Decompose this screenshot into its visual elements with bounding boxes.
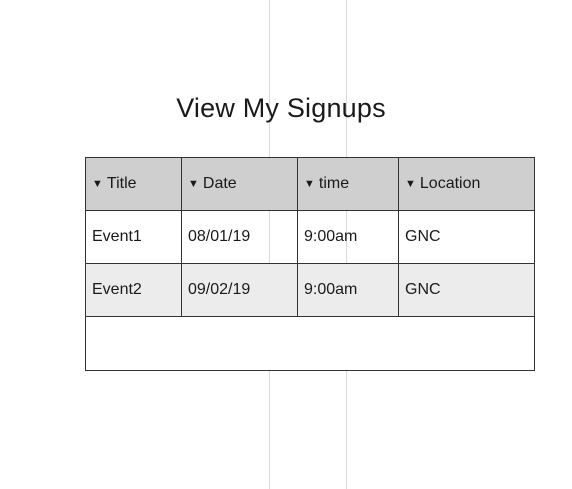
cell-date: 08/01/19 <box>181 210 298 264</box>
cell-time: 9:00am <box>297 210 399 264</box>
cell-location: GNC <box>398 210 535 264</box>
table-header-row: ▼ Title ▼ Date ▼ time ▼ Location <box>85 157 535 211</box>
sort-down-icon: ▼ <box>188 178 199 190</box>
page: View My Signups ▼ Title ▼ Date ▼ time ▼ Loca… <box>0 0 572 489</box>
cell-title: Event1 <box>85 210 182 264</box>
column-header-title[interactable]: ▼ Title <box>85 157 182 211</box>
cell-time: 9:00am <box>297 263 399 317</box>
empty-cell <box>85 316 535 371</box>
column-header-label: time <box>318 175 350 192</box>
cell-location: GNC <box>398 263 535 317</box>
cell-title: Event2 <box>85 263 182 317</box>
cell-date: 09/02/19 <box>181 263 298 317</box>
sort-down-icon: ▼ <box>405 178 416 190</box>
column-header-time[interactable]: ▼ time <box>297 157 399 211</box>
table-row[interactable]: Event1 08/01/19 9:00am GNC <box>85 210 535 264</box>
table-empty-row <box>85 316 535 371</box>
column-header-label: Title <box>106 175 137 192</box>
column-header-label: Date <box>202 175 237 192</box>
sort-down-icon: ▼ <box>304 178 315 190</box>
sort-down-icon: ▼ <box>92 178 103 190</box>
signups-table: ▼ Title ▼ Date ▼ time ▼ Location Event1 08/0… <box>85 157 535 371</box>
column-header-location[interactable]: ▼ Location <box>398 157 535 211</box>
column-header-label: Location <box>419 175 481 192</box>
table-row[interactable]: Event2 09/02/19 9:00am GNC <box>85 263 535 317</box>
page-title: View My Signups <box>176 93 386 123</box>
column-header-date[interactable]: ▼ Date <box>181 157 298 211</box>
